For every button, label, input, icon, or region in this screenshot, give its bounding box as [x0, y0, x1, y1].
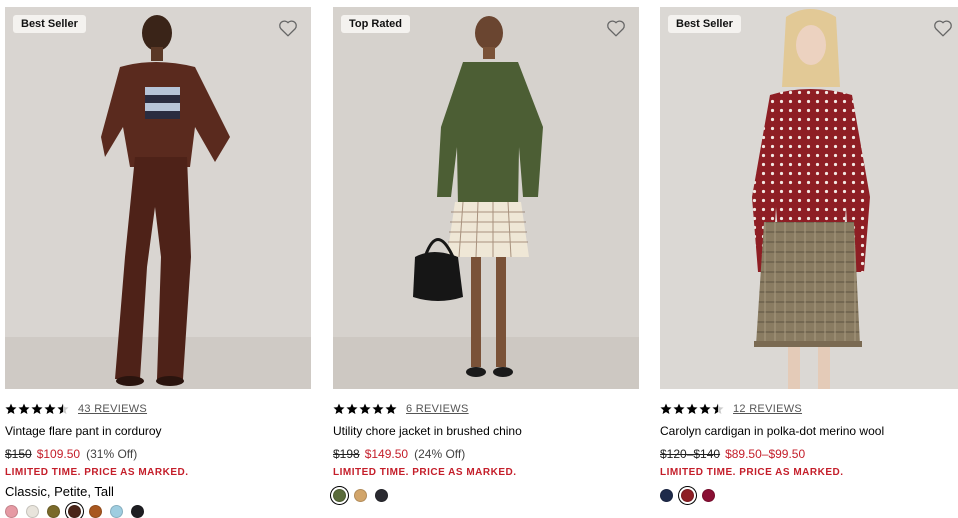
sale-price: $89.50–$99.50 — [725, 447, 806, 461]
product-card: Best Seller 43 REVIEWS Vintage flare pan… — [5, 7, 311, 518]
star-full-icon — [699, 403, 711, 414]
color-swatches — [660, 489, 958, 502]
rating-row: 43 REVIEWS — [5, 402, 311, 416]
product-name[interactable]: Carolyn cardigan in polka-dot merino woo… — [660, 424, 958, 438]
original-price: $120–$140 — [660, 447, 721, 461]
heart-outline-icon[interactable] — [932, 17, 954, 39]
original-price: $198 — [333, 447, 360, 461]
star-full-icon — [18, 403, 30, 414]
reviews-link[interactable]: 6 REVIEWS — [406, 403, 469, 415]
star-full-icon — [686, 403, 698, 414]
color-swatch[interactable] — [110, 505, 123, 518]
color-swatch[interactable] — [354, 489, 367, 502]
star-full-icon — [359, 403, 371, 414]
color-swatch[interactable] — [702, 489, 715, 502]
product-name[interactable]: Vintage flare pant in corduroy — [5, 424, 311, 438]
product-photo-chore-jacket — [333, 7, 639, 389]
color-swatch[interactable] — [660, 489, 673, 502]
product-image[interactable]: Best Seller — [660, 7, 958, 389]
star-full-icon — [333, 403, 345, 414]
star-full-icon — [385, 403, 397, 414]
star-full-icon — [673, 403, 685, 414]
color-swatch[interactable] — [131, 505, 144, 518]
star-full-icon — [660, 403, 672, 414]
color-swatch[interactable] — [375, 489, 388, 502]
best-seller-badge: Best Seller — [668, 15, 741, 33]
color-swatch[interactable] — [68, 505, 81, 518]
star-rating — [660, 403, 725, 415]
rating-row: 6 REVIEWS — [333, 402, 639, 416]
color-swatch[interactable] — [89, 505, 102, 518]
top-rated-badge: Top Rated — [341, 15, 410, 33]
star-full-icon — [372, 403, 384, 414]
star-full-icon — [346, 403, 358, 414]
color-swatches — [5, 505, 311, 518]
heart-outline-icon[interactable] — [605, 17, 627, 39]
promo-message: LIMITED TIME. PRICE AS MARKED. — [333, 467, 517, 478]
price-row: $150 $109.50 (31% Off) — [5, 447, 311, 461]
discount-label: (31% Off) — [86, 447, 138, 461]
star-half-icon — [712, 403, 724, 414]
heart-outline-icon[interactable] — [277, 17, 299, 39]
star-rating — [5, 403, 70, 415]
best-seller-badge: Best Seller — [13, 15, 86, 33]
star-full-icon — [44, 403, 56, 414]
star-full-icon — [5, 403, 17, 414]
color-swatch[interactable] — [47, 505, 60, 518]
promo-message: LIMITED TIME. PRICE AS MARKED. — [660, 467, 844, 478]
sale-price: $149.50 — [364, 447, 409, 461]
product-photo-corduroy — [5, 7, 311, 389]
product-name[interactable]: Utility chore jacket in brushed chino — [333, 424, 639, 438]
color-swatch[interactable] — [26, 505, 39, 518]
reviews-link[interactable]: 43 REVIEWS — [78, 403, 147, 415]
original-price: $150 — [5, 447, 32, 461]
reviews-link[interactable]: 12 REVIEWS — [733, 403, 802, 415]
star-full-icon — [31, 403, 43, 414]
rating-row: 12 REVIEWS — [660, 402, 958, 416]
color-swatch[interactable] — [5, 505, 18, 518]
fit-options: Classic, Petite, Tall — [5, 484, 114, 499]
star-half-icon — [57, 403, 69, 414]
star-rating — [333, 403, 398, 415]
price-row: $198 $149.50 (24% Off) — [333, 447, 639, 461]
discount-label: (24% Off) — [414, 447, 466, 461]
sale-price: $109.50 — [36, 447, 81, 461]
promo-message: LIMITED TIME. PRICE AS MARKED. — [5, 467, 189, 478]
product-image[interactable]: Best Seller — [5, 7, 311, 389]
product-image[interactable]: Top Rated — [333, 7, 639, 389]
color-swatches — [333, 489, 639, 502]
product-photo-cardigan — [660, 7, 958, 389]
color-swatch[interactable] — [681, 489, 694, 502]
product-card: Best Seller 12 REVIEWS Carolyn cardigan … — [660, 7, 958, 502]
price-row: $120–$140 $89.50–$99.50 — [660, 447, 958, 461]
color-swatch[interactable] — [333, 489, 346, 502]
product-card: Top Rated 6 REVIEWS Utility chore jacket… — [333, 7, 639, 502]
